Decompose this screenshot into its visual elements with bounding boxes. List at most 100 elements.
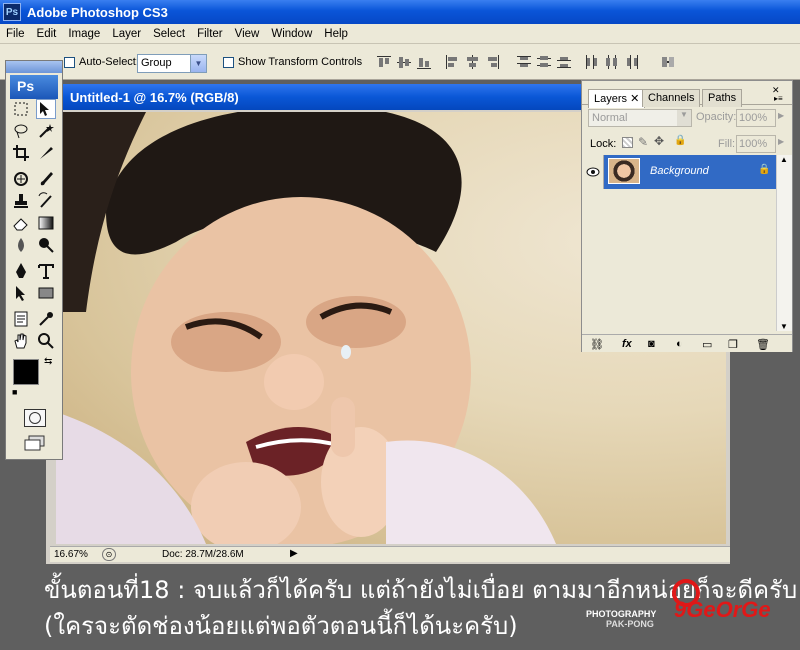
scroll-up-icon[interactable]: ▲ <box>780 155 788 164</box>
auto-select-value: Group <box>141 57 172 69</box>
opacity-arrow-icon[interactable]: ▶ <box>778 111 784 120</box>
visibility-eye-icon[interactable] <box>582 155 604 189</box>
lock-all-icon[interactable]: 🔒 <box>674 135 686 146</box>
menu-help[interactable]: Help <box>318 28 354 40</box>
screen-mode-icon[interactable] <box>24 435 46 451</box>
lasso-tool-icon[interactable] <box>11 121 31 141</box>
eyedropper-icon[interactable] <box>36 309 56 329</box>
photoshop-app-icon: Ps <box>3 3 21 21</box>
opacity-field[interactable]: 100% <box>736 109 776 127</box>
lock-transparent-icon[interactable] <box>622 137 633 148</box>
menu-layer[interactable]: Layer <box>106 28 147 40</box>
blend-mode-dropdown[interactable]: Normal ▼ <box>588 109 692 127</box>
distribute-top-icon[interactable] <box>516 54 532 70</box>
caption-line-2: (ใครจะตัดช่องน้อยแต่พอตัวตอนนี้ก็ได้นะคร… <box>44 612 518 640</box>
layer-mask-icon[interactable]: ◙ <box>648 338 662 350</box>
foreground-color-swatch[interactable] <box>13 359 39 385</box>
marquee-tool-icon[interactable] <box>11 99 31 119</box>
default-colors-icon[interactable]: ■ <box>12 387 17 397</box>
distribute-bottom-icon[interactable] <box>556 54 572 70</box>
lock-position-icon[interactable]: ✥ <box>654 134 664 148</box>
swap-colors-icon[interactable]: ⇆ <box>44 356 52 367</box>
new-layer-icon[interactable]: ❐ <box>728 338 742 351</box>
fill-field[interactable]: 100% <box>736 135 776 153</box>
watermark: PHOTOGRAPHY PAK-PONG 9GeOrGe <box>586 575 800 650</box>
toolbox-panel: Ps ⇆ ■ <box>5 60 63 460</box>
eraser-tool-icon[interactable] <box>11 213 31 233</box>
align-vcenter-icon[interactable] <box>396 54 412 70</box>
panel-menu-icon[interactable]: ▸≡ <box>774 94 783 103</box>
distribute-vcenter-icon[interactable] <box>536 54 552 70</box>
scroll-down-icon[interactable]: ▼ <box>780 322 788 331</box>
layer-name: Background <box>650 165 709 177</box>
layers-scrollbar[interactable]: ▲ ▼ <box>776 155 792 331</box>
distribute-hcenter-icon[interactable] <box>604 54 620 70</box>
status-bar: 16.67% ⊙ Doc: 28.7M/28.6M ▶ <box>50 546 730 562</box>
show-transform-label: Show Transform Controls <box>238 56 363 68</box>
layer-row-background[interactable]: Background 🔒 <box>604 155 776 189</box>
rectangle-tool-icon[interactable] <box>36 283 56 303</box>
healing-brush-icon[interactable] <box>11 169 31 189</box>
link-layers-icon[interactable]: ⛓ <box>590 338 604 351</box>
lock-icon: 🔒 <box>758 164 771 175</box>
close-icon[interactable]: ✕ <box>630 93 639 105</box>
layers-panel-footer: ⛓ fx ◙ ◐ ▭ ❐ 🗑 <box>582 334 792 352</box>
toolbox-header[interactable] <box>6 61 62 73</box>
blur-tool-icon[interactable] <box>11 235 31 255</box>
tab-channels[interactable]: Channels <box>642 89 701 107</box>
move-tool-icon[interactable] <box>36 99 56 119</box>
auto-select-dropdown[interactable]: Group ▼ <box>137 54 207 73</box>
crop-tool-icon[interactable] <box>11 143 31 163</box>
auto-align-icon[interactable] <box>660 54 676 70</box>
align-left-icon[interactable] <box>444 54 460 70</box>
menu-image[interactable]: Image <box>62 28 106 40</box>
magic-wand-icon[interactable] <box>36 121 56 141</box>
auto-select-checkbox[interactable] <box>64 57 75 68</box>
distribute-right-icon[interactable] <box>624 54 640 70</box>
adjustment-layer-icon[interactable]: ◐ <box>676 338 690 350</box>
notes-tool-icon[interactable] <box>11 309 31 329</box>
new-group-icon[interactable]: ▭ <box>702 338 716 351</box>
slice-tool-icon[interactable] <box>36 143 56 163</box>
align-top-icon[interactable] <box>376 54 392 70</box>
clone-stamp-icon[interactable] <box>11 191 31 211</box>
status-menu-icon[interactable]: ⊙ <box>102 548 116 561</box>
app-title: Adobe Photoshop CS3 <box>27 4 168 20</box>
align-hcenter-icon[interactable] <box>464 54 480 70</box>
delete-layer-icon[interactable]: 🗑 <box>756 338 770 351</box>
brush-tool-icon[interactable] <box>36 169 56 189</box>
menu-filter[interactable]: Filter <box>191 28 229 40</box>
chevron-down-icon: ▼ <box>190 55 206 72</box>
quick-mask-icon[interactable] <box>24 409 46 427</box>
show-transform-checkbox[interactable] <box>223 57 234 68</box>
ps-logo[interactable]: Ps <box>10 75 58 99</box>
zoom-tool-icon[interactable] <box>36 331 56 351</box>
path-selection-icon[interactable] <box>11 283 31 303</box>
distribute-left-icon[interactable] <box>584 54 600 70</box>
dodge-tool-icon[interactable] <box>36 235 56 255</box>
zoom-level[interactable]: 16.67% <box>54 549 88 560</box>
gradient-tool-icon[interactable] <box>36 213 56 233</box>
fill-arrow-icon[interactable]: ▶ <box>778 137 784 146</box>
doc-size: Doc: 28.7M/28.6M <box>162 549 244 560</box>
hand-tool-icon[interactable] <box>11 331 31 351</box>
align-right-icon[interactable] <box>484 54 500 70</box>
status-arrow-icon[interactable]: ▶ <box>290 548 298 559</box>
history-brush-icon[interactable] <box>36 191 56 211</box>
watermark-brand: 9GeOrGe <box>674 597 771 622</box>
layer-style-icon[interactable]: fx <box>622 338 636 350</box>
type-tool-icon[interactable] <box>36 261 56 281</box>
lock-pixels-icon[interactable]: ✎ <box>638 135 648 149</box>
menu-view[interactable]: View <box>229 28 266 40</box>
auto-select-label: Auto-Select: <box>79 56 139 68</box>
align-bottom-icon[interactable] <box>416 54 432 70</box>
menu-select[interactable]: Select <box>147 28 191 40</box>
menu-edit[interactable]: Edit <box>31 28 63 40</box>
pen-tool-icon[interactable] <box>11 261 31 281</box>
menu-file[interactable]: File <box>0 28 31 40</box>
tab-layers[interactable]: Layers ✕ <box>588 89 646 108</box>
menu-window[interactable]: Window <box>265 28 318 40</box>
menu-bar: File Edit Image Layer Select Filter View… <box>0 24 800 44</box>
blend-mode-value: Normal <box>592 112 628 124</box>
tab-paths[interactable]: Paths <box>702 89 743 107</box>
